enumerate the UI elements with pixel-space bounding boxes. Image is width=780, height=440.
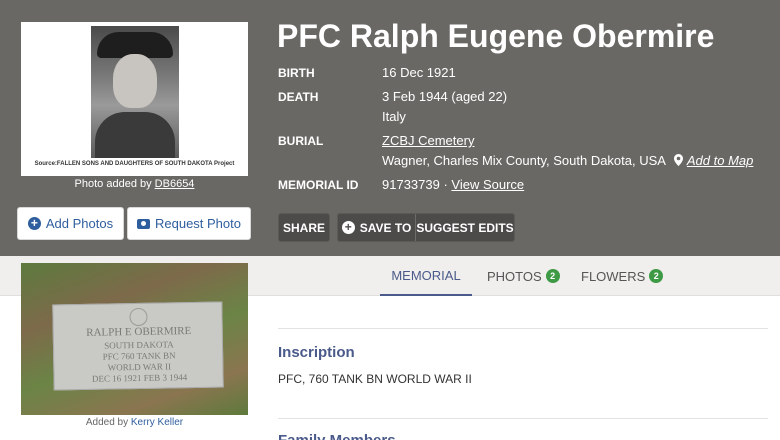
gravestone-photo[interactable]: RALPH E OBERMIRE SOUTH DAKOTA PFC 760 TA… — [21, 263, 248, 415]
memorial-id-label: MEMORIAL ID — [278, 178, 359, 192]
photos-count-badge: 2 — [545, 269, 560, 283]
photo-added-by-link[interactable]: DB6654 — [155, 178, 195, 190]
plus-circle-icon: + — [341, 221, 355, 234]
death-place: Italy — [382, 109, 406, 124]
photo-added-by: Photo added by DB6654 — [74, 178, 195, 190]
portrait-photo[interactable]: Source:FALLEN SONS AND DAUGHTERS OF SOUT… — [21, 22, 248, 176]
request-photo-button[interactable]: Request Photo — [127, 207, 251, 240]
birth-value: 16 Dec 1921 — [382, 65, 456, 80]
death-label: DEATH — [278, 90, 319, 104]
plus-circle-icon: + — [27, 217, 41, 230]
burial-location: Wagner, Charles Mix County, South Dakota… — [382, 153, 754, 168]
add-photos-button[interactable]: + Add Photos — [17, 207, 124, 240]
flowers-count-badge: 2 — [649, 269, 664, 283]
memorial-name: PFC Ralph Eugene Obermire — [277, 18, 715, 54]
suggest-edits-button[interactable]: SUGGEST EDITS — [416, 214, 514, 241]
share-button[interactable]: SHARE — [278, 213, 330, 242]
tab-photos[interactable]: PHOTOS 2 — [487, 256, 560, 296]
map-pin-icon — [673, 154, 683, 166]
memorial-id-value: 91733739 · View Source — [382, 177, 525, 192]
view-source-link[interactable]: View Source — [451, 177, 524, 192]
add-to-map-link[interactable]: Add to Map — [687, 153, 754, 168]
inscription-text: PFC, 760 TANK BN WORLD WAR II — [278, 372, 472, 386]
death-value: 3 Feb 1944 (aged 22) — [382, 89, 508, 104]
gravestone-text-line: DEC 16 1921 FEB 3 1944 — [91, 372, 188, 384]
birth-label: BIRTH — [278, 66, 315, 80]
section-divider — [278, 328, 768, 329]
family-members-title: Family Members — [278, 432, 396, 440]
inscription-title: Inscription — [278, 344, 355, 361]
gravestone-text-line: RALPH E OBERMIRE — [86, 325, 192, 339]
section-divider — [278, 418, 768, 419]
tab-memorial[interactable]: MEMORIAL — [380, 256, 472, 296]
cross-emblem-icon — [129, 307, 148, 327]
soldier-portrait-image — [91, 26, 179, 158]
camera-icon — [136, 218, 150, 229]
tab-flowers[interactable]: FLOWERS 2 — [581, 256, 664, 296]
save-to-button[interactable]: + SAVE TO — [338, 214, 416, 241]
memorial-actions: + SAVE TO SUGGEST EDITS — [337, 213, 515, 242]
gravestone-added-by: Added by Kerry Keller — [85, 417, 184, 428]
burial-label: BURIAL — [278, 134, 324, 148]
portrait-source-caption: Source:FALLEN SONS AND DAUGHTERS OF SOUT… — [34, 161, 235, 167]
gravestone: RALPH E OBERMIRE SOUTH DAKOTA PFC 760 TA… — [52, 301, 224, 391]
cemetery-link[interactable]: ZCBJ Cemetery — [382, 133, 474, 148]
gravestone-added-by-link[interactable]: Kerry Keller — [131, 417, 183, 428]
